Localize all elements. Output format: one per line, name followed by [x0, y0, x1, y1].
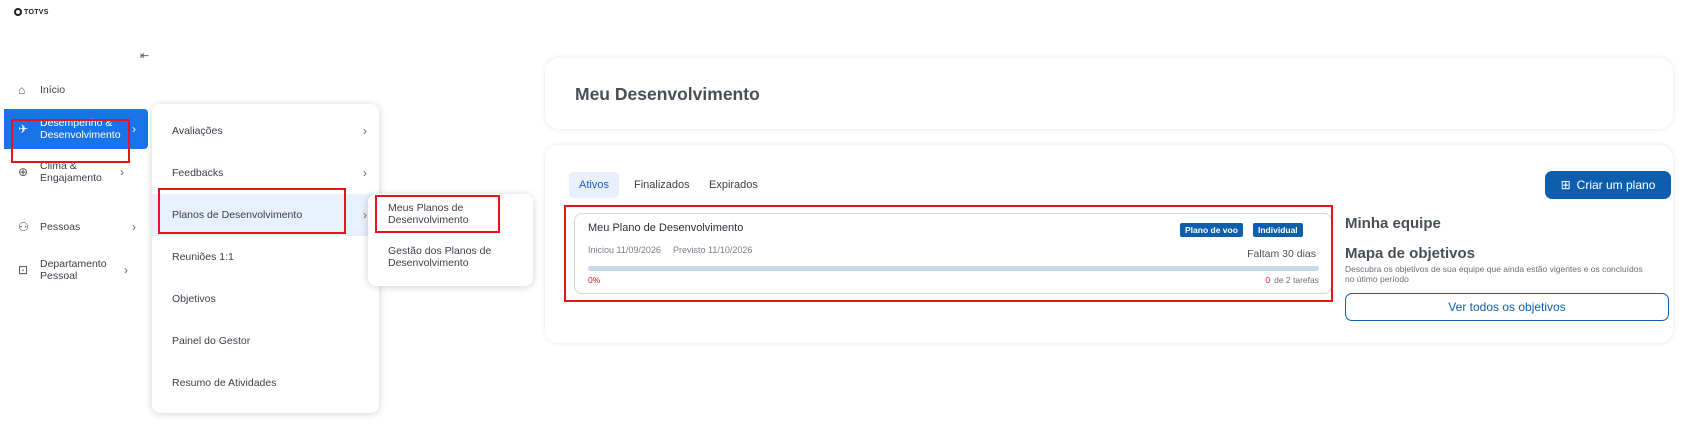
submenu-item-label: Resumo de Atividades — [172, 377, 277, 389]
chevron-right-icon: › — [132, 220, 136, 234]
chevron-right-icon: › — [132, 122, 136, 136]
sidebar-item-departamento[interactable]: ⊡ Departamento Pessoal › — [4, 249, 148, 291]
page-title: Meu Desenvolvimento — [575, 84, 760, 104]
submenu-item-label: Feedbacks — [172, 167, 224, 179]
sidebar-item-label: Início — [40, 84, 66, 96]
view-all-objectives-button[interactable]: Ver todos os objetivos — [1345, 293, 1669, 321]
submenu2-item-gestao-planos[interactable]: Gestão dos Planos de Desenvolvimento — [388, 245, 528, 269]
chevron-right-icon: › — [363, 166, 367, 180]
sidebar-item-inicio[interactable]: ⌂ Início — [4, 71, 148, 109]
totvs-logo-mark-icon — [14, 8, 22, 16]
people-icon: ⚇ — [18, 220, 29, 234]
tab-expirados[interactable]: Expirados — [699, 172, 768, 198]
brand-name: TOTVS — [24, 8, 49, 16]
sidebar-item-pessoas[interactable]: ⚇ Pessoas › — [4, 208, 148, 246]
collapse-sidebar-icon[interactable]: ⇤ — [140, 49, 149, 62]
chevron-right-icon: › — [124, 263, 128, 277]
search-chart-icon: ⊕ — [18, 165, 29, 179]
objectives-map-description: Descubra os objetivos de sua equipe que … — [1345, 264, 1643, 284]
highlight-box-sidebar — [11, 119, 130, 163]
tab-finalizados[interactable]: Finalizados — [624, 172, 700, 198]
submenu-item-resumo[interactable]: Resumo de Atividades — [152, 362, 379, 404]
submenu-item-label: Reuniões 1:1 — [172, 251, 234, 263]
tab-ativos[interactable]: Ativos — [569, 172, 619, 198]
objectives-map-title: Mapa de objetivos — [1345, 245, 1476, 262]
chevron-right-icon: › — [363, 124, 367, 138]
highlight-box-meus-planos — [375, 195, 500, 233]
add-document-icon: ⊞ — [1560, 178, 1571, 192]
sidebar-item-label: Clima & Engajamento — [40, 160, 102, 184]
submenu-item-label: Painel do Gestor — [172, 335, 251, 347]
sidebar-item-label: Departamento Pessoal — [40, 258, 107, 282]
home-icon: ⌂ — [18, 83, 26, 97]
chevron-right-icon: › — [363, 208, 367, 222]
create-plan-button[interactable]: ⊞ Criar um plano — [1545, 171, 1671, 199]
chevron-right-icon: › — [120, 165, 124, 179]
sidebar-item-label: Pessoas — [40, 221, 81, 233]
highlight-box-planos — [158, 188, 346, 234]
team-title: Minha equipe — [1345, 215, 1441, 232]
highlight-box-plan-card — [564, 205, 1333, 302]
submenu-item-objetivos[interactable]: Objetivos — [152, 278, 379, 320]
submenu-item-avaliacoes[interactable]: Avaliações › — [152, 110, 379, 152]
submenu-item-reunioes[interactable]: Reuniões 1:1 — [152, 236, 379, 278]
submenu-item-label: Avaliações — [172, 125, 223, 137]
badge-icon: ⊡ — [18, 263, 29, 277]
totvs-logo: TOTVS — [14, 8, 49, 16]
submenu-desempenho: Avaliações › Feedbacks › Planos de Desen… — [152, 104, 379, 413]
submenu-item-painel-gestor[interactable]: Painel do Gestor — [152, 320, 379, 362]
create-plan-label: Criar um plano — [1576, 178, 1656, 192]
submenu-item-label: Objetivos — [172, 293, 216, 305]
